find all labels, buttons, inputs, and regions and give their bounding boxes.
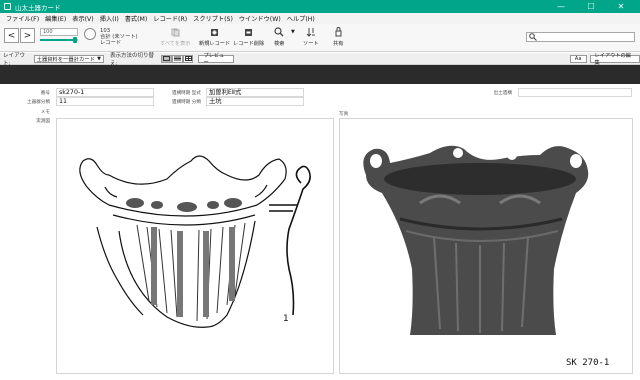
delete-record-button[interactable]: レコード削除 bbox=[233, 27, 264, 47]
close-button[interactable]: ✕ bbox=[606, 0, 636, 13]
new-record-icon bbox=[210, 27, 220, 37]
class-field[interactable]: 土坑 bbox=[206, 97, 304, 106]
record-slider-fill bbox=[40, 39, 75, 41]
number-label: 番号 bbox=[40, 91, 50, 96]
feature-field[interactable] bbox=[518, 88, 632, 97]
show-all-icon bbox=[170, 27, 180, 37]
prev-record-button[interactable]: < bbox=[4, 28, 19, 43]
menu-scripts[interactable]: スクリプト(S) bbox=[190, 14, 236, 23]
survey-label: 実測図 bbox=[36, 119, 50, 124]
form-view-icon bbox=[162, 56, 170, 61]
style-field[interactable]: 加曽利EⅡ式 bbox=[206, 88, 304, 97]
photo-field[interactable]: SK 270-1 bbox=[339, 118, 633, 374]
form-view-button[interactable] bbox=[161, 54, 172, 63]
list-view-button[interactable] bbox=[171, 54, 183, 63]
record-unit: レコード bbox=[100, 40, 122, 46]
period-style-label: 遺構時期 型式 bbox=[171, 91, 201, 96]
menu-format[interactable]: 書式(M) bbox=[122, 14, 151, 23]
search-icon bbox=[529, 33, 537, 41]
menu-records[interactable]: レコード(R) bbox=[150, 14, 190, 23]
excavation-div-label: 土器群分類 bbox=[27, 100, 50, 105]
menu-bar: ファイル(F) 編集(E) 表示(V) 挿入(I) 書式(M) レコード(R) … bbox=[0, 13, 640, 24]
find-dropdown-icon[interactable]: ▼ bbox=[291, 29, 295, 35]
share-button[interactable]: 共有 bbox=[333, 27, 343, 47]
table-view-icon bbox=[184, 56, 192, 61]
photo-caption: SK 270-1 bbox=[566, 358, 609, 368]
chevron-down-icon: ▼ bbox=[97, 55, 101, 62]
magnifier-icon bbox=[274, 27, 284, 37]
app-icon bbox=[4, 3, 11, 10]
memo-label: メモ bbox=[40, 110, 50, 115]
show-all-label: すべてを表示 bbox=[160, 41, 191, 47]
delete-record-icon bbox=[244, 27, 254, 37]
drawing-number: 1 bbox=[283, 314, 289, 324]
menu-window[interactable]: ウインドウ(W) bbox=[236, 14, 284, 23]
survey-drawing[interactable]: 1 bbox=[56, 118, 334, 374]
title-bar: 山太土器カード — ☐ ✕ bbox=[0, 0, 640, 13]
share-label: 共有 bbox=[333, 41, 344, 47]
preview-button[interactable]: プレビュー bbox=[198, 53, 234, 66]
delete-record-label: レコード削除 bbox=[233, 41, 265, 47]
quick-find-field[interactable] bbox=[526, 32, 635, 42]
pottery-drawing-image: 1 bbox=[79, 155, 311, 328]
find-button[interactable]: 検索 bbox=[274, 27, 284, 47]
feature-label: 出土遺構 bbox=[493, 91, 512, 96]
list-view-icon bbox=[173, 56, 181, 61]
period-class-label: 遺構時期 分類 bbox=[171, 100, 201, 105]
text-format-button[interactable]: Aa bbox=[569, 54, 587, 63]
photo-label: 写真 bbox=[339, 112, 349, 117]
edit-layout-button[interactable]: レイアウトの編集 bbox=[589, 53, 640, 66]
record-content: 番号 sk270-1 土器群分類 11 メモ 実測図 遺構時期 型式 加曽利EⅡ… bbox=[0, 84, 640, 380]
menu-edit[interactable]: 編集(E) bbox=[42, 14, 69, 23]
sort-icon bbox=[306, 27, 316, 37]
sort-label: ソート bbox=[303, 41, 319, 47]
maximize-button[interactable]: ☐ bbox=[576, 0, 606, 13]
share-icon bbox=[333, 27, 343, 37]
record-pie-icon bbox=[84, 28, 96, 40]
layout-select-value: 土器資料を一器計カード bbox=[36, 56, 95, 63]
show-all-button[interactable]: すべてを表示 bbox=[160, 27, 190, 47]
new-record-label: 新規レコード bbox=[199, 41, 231, 47]
excavation-div-field[interactable]: 11 bbox=[56, 97, 154, 106]
sort-button[interactable]: ソート bbox=[303, 27, 319, 47]
record-slider[interactable] bbox=[40, 37, 78, 43]
number-field[interactable]: sk270-1 bbox=[56, 88, 154, 97]
status-toolbar: < > 100 103 合計 (未ソート) レコード すべてを表示 新規レコード… bbox=[0, 24, 640, 52]
menu-insert[interactable]: 挿入(I) bbox=[97, 14, 122, 23]
layout-bar: レイアウト: 土器資料を一器計カード ▼ 表示方法の切り替え: プレビュー Aa… bbox=[0, 53, 640, 67]
record-slider-knob[interactable] bbox=[73, 37, 77, 43]
menu-help[interactable]: ヘルプ(H) bbox=[284, 14, 318, 23]
table-view-button[interactable] bbox=[182, 54, 194, 63]
menu-view[interactable]: 表示(V) bbox=[69, 14, 96, 23]
layout-select[interactable]: 土器資料を一器計カード ▼ bbox=[33, 54, 104, 63]
find-label: 検索 bbox=[274, 41, 285, 47]
layout-header-band bbox=[0, 65, 640, 84]
window-title: 山太土器カード bbox=[15, 3, 61, 12]
record-number-field[interactable]: 100 bbox=[40, 28, 78, 36]
next-record-button[interactable]: > bbox=[20, 28, 35, 43]
new-record-button[interactable]: 新規レコード bbox=[199, 27, 230, 47]
menu-file[interactable]: ファイル(F) bbox=[3, 14, 42, 23]
pottery-photo-image: SK 270-1 bbox=[340, 119, 632, 373]
minimize-button[interactable]: — bbox=[546, 0, 576, 13]
